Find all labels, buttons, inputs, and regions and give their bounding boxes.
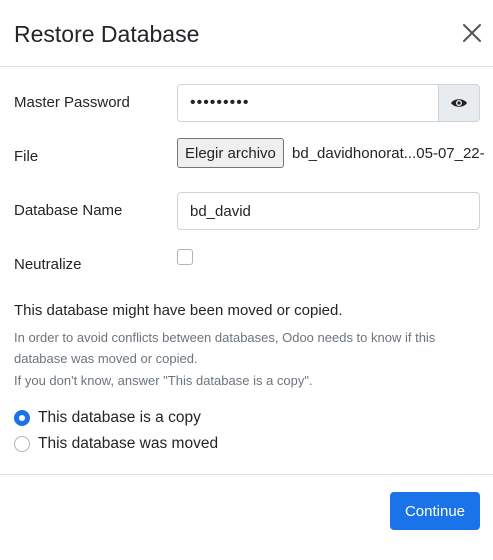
master-password-input[interactable]	[177, 84, 439, 122]
notice-text-line-2: database was moved or copied.	[14, 351, 198, 366]
dialog-title: Restore Database	[14, 21, 200, 47]
restore-database-dialog: Restore Database Master Password File El…	[0, 0, 493, 560]
notice-title: This database might have been moved or c…	[14, 302, 343, 319]
close-button[interactable]	[458, 19, 486, 47]
file-label: File	[14, 148, 39, 165]
master-password-group	[177, 84, 480, 122]
master-password-label: Master Password	[14, 94, 130, 111]
show-password-button[interactable]	[438, 84, 480, 122]
dialog-footer: Continue	[0, 474, 493, 560]
option-copy-label: This database is a copy	[38, 409, 201, 426]
option-moved-label: This database was moved	[38, 435, 219, 452]
notice-text-line-3: If you don't know, answer "This database…	[14, 373, 313, 388]
moved-radio[interactable]	[14, 436, 30, 452]
copy-radio[interactable]	[14, 410, 30, 426]
continue-button[interactable]: Continue	[390, 492, 480, 530]
neutralize-checkbox[interactable]	[177, 249, 193, 265]
choose-file-button[interactable]: Elegir archivo	[177, 138, 284, 168]
notice-text-line-1: In order to avoid conflicts between data…	[14, 330, 436, 345]
close-icon	[463, 24, 481, 42]
neutralize-label: Neutralize	[14, 256, 82, 273]
eye-icon	[451, 99, 467, 107]
dialog-header: Restore Database	[0, 0, 493, 67]
selected-file-name: bd_davidhonorat...05-07_22-	[292, 145, 485, 162]
database-name-label: Database Name	[14, 202, 123, 219]
database-name-input[interactable]	[177, 192, 480, 230]
